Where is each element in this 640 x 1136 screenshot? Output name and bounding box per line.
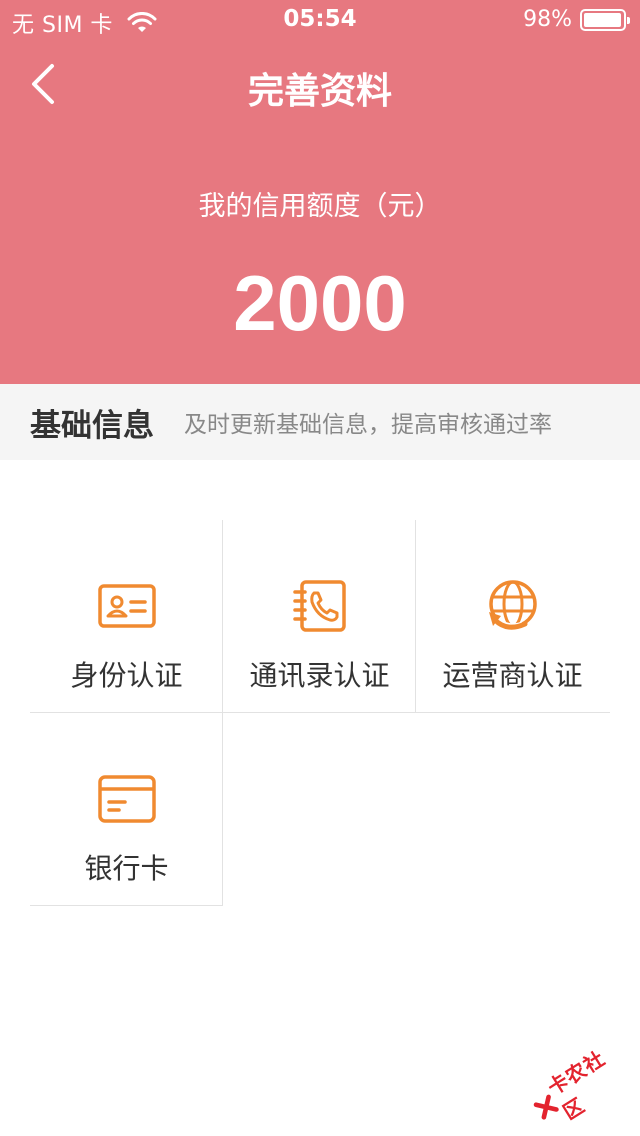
verification-grid: 身份认证 通讯录认证 运营商认证 银行卡 [30, 520, 610, 906]
page-title: 完善资料 [247, 71, 392, 112]
bank-card-item[interactable]: 银行卡 [30, 713, 223, 906]
battery-fill [584, 12, 622, 27]
status-bar: 无 SIM 卡 05:54 98% [0, 0, 640, 40]
divider [415, 520, 416, 713]
id-card-icon [97, 584, 156, 628]
divider [30, 712, 610, 713]
battery-percent: 98% [523, 7, 572, 32]
nav-bar: 完善资料 [0, 40, 640, 128]
bank-card-icon [97, 775, 156, 823]
id-verification-item[interactable]: 身份认证 [30, 520, 223, 713]
section-header: 基础信息 及时更新基础信息，提高审核通过率 [0, 384, 640, 460]
battery-tip [627, 16, 630, 24]
globe-refresh-icon [488, 580, 537, 632]
battery-icon [580, 8, 630, 31]
item-label: 通讯录认证 [249, 659, 390, 692]
watermark-logo: 卡农社区 [522, 1034, 639, 1136]
section-subtitle: 及时更新基础信息，提高审核通过率 [184, 412, 552, 438]
credit-amount: 2000 [233, 259, 407, 347]
section-title: 基础信息 [30, 407, 154, 444]
divider [30, 905, 223, 906]
item-label: 银行卡 [84, 852, 169, 885]
carrier-verification-item[interactable]: 运营商认证 [416, 520, 609, 713]
status-right: 98% [523, 7, 630, 32]
header: 无 SIM 卡 05:54 98% 完善资料 我的信用额度（元） 2000 [0, 0, 640, 384]
item-label: 运营商认证 [442, 659, 583, 692]
contacts-phone-icon [292, 580, 346, 632]
page: 无 SIM 卡 05:54 98% 完善资料 我的信用额度（元） 2000 基础… [0, 0, 640, 1136]
divider [222, 520, 223, 906]
contacts-verification-item[interactable]: 通讯录认证 [223, 520, 416, 713]
credit-label: 我的信用额度（元） [198, 191, 442, 222]
item-label: 身份认证 [70, 659, 183, 692]
